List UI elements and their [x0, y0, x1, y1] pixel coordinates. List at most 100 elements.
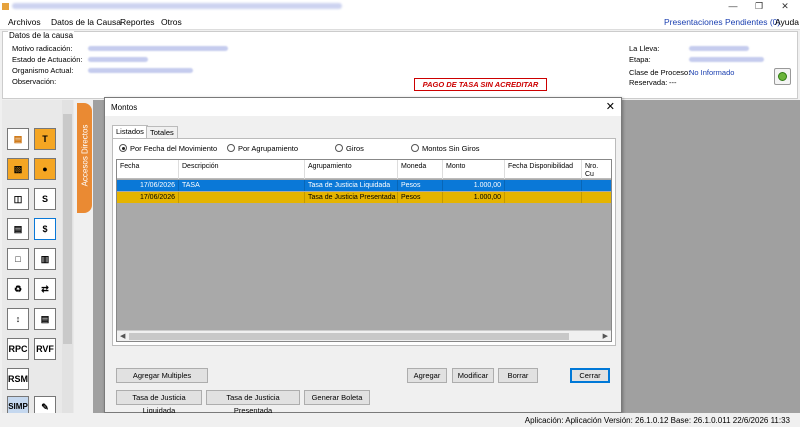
window-titlebar: — ❐ ✕ [0, 0, 800, 14]
estado-value-blurred [88, 57, 148, 62]
cell-fecha-disp [505, 180, 582, 191]
laptop-icon[interactable]: ▤ [34, 308, 56, 330]
clase-label: Clase de Proceso: [629, 68, 691, 77]
rsm-button[interactable]: RSM [7, 368, 29, 390]
shortcuts-scrollbar[interactable] [62, 100, 73, 413]
montos-dollar-icon[interactable]: $ [34, 218, 56, 240]
generar-boleta-button[interactable]: Generar Boleta [304, 390, 370, 405]
listados-panel: Por Fecha del Movimiento Por Agrupamient… [112, 138, 616, 346]
radio-por-agrupamiento[interactable]: Por Agrupamiento [227, 144, 298, 153]
radio-icon [227, 144, 235, 152]
text-tool-icon[interactable]: T [34, 128, 56, 150]
cell-nro-cuenta [582, 180, 611, 191]
menu-bar: Archivos Datos de la Causa Reportes Otro… [0, 14, 800, 30]
motivo-label: Motivo radicación: [12, 44, 73, 53]
col-monto[interactable]: Monto [443, 160, 505, 179]
cell-moneda: Pesos [398, 192, 443, 203]
dialog-close-icon[interactable]: ✕ [606, 100, 615, 113]
cell-nro-cuenta [582, 192, 611, 203]
observacion-label: Observación: [12, 77, 57, 86]
cell-fecha: 17/06/2026 [117, 180, 179, 191]
status-text: Aplicación: Aplicación Versión: 26.1.0.1… [524, 416, 790, 425]
radio-label: Giros [346, 144, 364, 153]
montos-dialog: Montos ✕ Listados Totales Por Fecha del … [104, 97, 622, 415]
tasa-presentada-button[interactable]: Tasa de Justicia Presentada [206, 390, 300, 415]
tab-listados[interactable]: Listados [112, 125, 148, 138]
clase-value: No Informado [689, 68, 735, 77]
col-agrupamiento[interactable]: Agrupamiento [305, 160, 398, 179]
etapa-value-blurred [689, 57, 764, 62]
s-document-icon[interactable]: S [34, 188, 56, 210]
modificar-button[interactable]: Modificar [452, 368, 494, 383]
menu-reportes[interactable]: Reportes [120, 17, 155, 27]
folder-icon[interactable]: □ [7, 248, 29, 270]
agregar-button[interactable]: Agregar [407, 368, 447, 383]
hscroll-thumb[interactable] [129, 333, 569, 340]
menu-otros[interactable]: Otros [161, 17, 182, 27]
radio-icon [335, 144, 343, 152]
col-fecha-disponibilidad[interactable]: Fecha Disponibilidad [505, 160, 582, 179]
radio-montos-sin-giros[interactable]: Montos Sin Giros [411, 144, 480, 153]
accesos-directos-tab[interactable]: Accesos Directos [77, 103, 92, 213]
tasa-liquidada-button[interactable]: Tasa de Justicia Liquidada [116, 390, 202, 415]
cell-fecha: 17/06/2026 [117, 192, 179, 203]
radio-label: Montos Sin Giros [422, 144, 480, 153]
scroll-left-icon[interactable]: ◀ [120, 332, 125, 340]
borrar-button[interactable]: Borrar [498, 368, 538, 383]
radio-giros[interactable]: Giros [335, 144, 364, 153]
users-icon[interactable]: ● [34, 158, 56, 180]
col-fecha[interactable]: Fecha [117, 160, 179, 179]
radio-por-fecha[interactable]: Por Fecha del Movimiento [119, 144, 217, 153]
folder-files-icon[interactable]: ▧ [7, 158, 29, 180]
recycle-icon[interactable]: ♻ [7, 278, 29, 300]
dialog-titlebar: Montos ✕ [105, 98, 621, 116]
group-title: Datos de la causa [8, 31, 75, 40]
cell-descripcion: TASA [179, 180, 305, 191]
cell-monto: 1.000,00 [443, 180, 505, 191]
scrollbar-thumb[interactable] [63, 114, 72, 344]
tab-totales[interactable]: Totales [146, 126, 178, 138]
agregar-multiples-button[interactable]: Agregar Multiples [116, 368, 208, 383]
scroll-right-icon[interactable]: ▶ [603, 332, 608, 340]
rvf-button[interactable]: RVF [34, 338, 56, 360]
col-descripcion[interactable]: Descripción [179, 160, 305, 179]
rpc-button[interactable]: RPC [7, 338, 29, 360]
transfer-icon[interactable]: ⇄ [34, 278, 56, 300]
table-row[interactable]: 17/06/2026 Tasa de Justicia Presentada P… [117, 192, 611, 203]
accesos-directos-label: Accesos Directos [80, 124, 90, 187]
cell-agrupamiento: Tasa de Justicia Presentada [305, 192, 398, 203]
menu-datos-causa[interactable]: Datos de la Causa [51, 17, 121, 27]
document-stack-icon[interactable]: ▤ [7, 218, 29, 240]
grid-header: Fecha Descripción Agrupamiento Moneda Mo… [117, 160, 611, 179]
table-row[interactable]: 17/06/2026 TASA Tasa de Justicia Liquida… [117, 180, 611, 191]
dialog-title: Montos [111, 103, 138, 112]
status-bar: Aplicación: Aplicación Versión: 26.1.0.1… [0, 413, 800, 427]
motivo-value-blurred [88, 46, 228, 51]
restore-icon[interactable]: ❐ [752, 1, 766, 12]
montos-grid: Fecha Descripción Agrupamiento Moneda Mo… [116, 159, 612, 342]
grid-horizontal-scrollbar[interactable]: ◀ ▶ [117, 330, 611, 341]
app-icon [2, 3, 9, 10]
close-window-icon[interactable]: ✕ [778, 1, 792, 12]
refresh-button[interactable] [774, 68, 791, 85]
window-title-blurred [12, 3, 342, 9]
radio-icon [411, 144, 419, 152]
cell-agrupamiento: Tasa de Justicia Liquidada [305, 180, 398, 191]
document-icon[interactable]: ▤ [7, 128, 29, 150]
presentaciones-pendientes-link[interactable]: Presentaciones Pendientes (0) [664, 17, 780, 27]
copy-docs-icon[interactable]: ◫ [7, 188, 29, 210]
reservada-label: Reservada: [629, 78, 668, 87]
col-nro-cuenta[interactable]: Nro. Cu [582, 160, 611, 179]
menu-ayuda[interactable]: Ayuda [775, 17, 799, 27]
lleva-value-blurred [689, 46, 749, 51]
pages-icon[interactable]: ▥ [34, 248, 56, 270]
cerrar-button[interactable]: Cerrar [570, 368, 610, 383]
menu-archivos[interactable]: Archivos [8, 17, 41, 27]
cell-descripcion [179, 192, 305, 203]
sort-docs-icon[interactable]: ↕ [7, 308, 29, 330]
etapa-label: Etapa: [629, 55, 651, 64]
refresh-icon [778, 72, 787, 81]
minimize-icon[interactable]: — [726, 1, 740, 11]
pago-tasa-warning: PAGO DE TASA SIN ACREDITAR [414, 78, 547, 91]
col-moneda[interactable]: Moneda [398, 160, 443, 179]
